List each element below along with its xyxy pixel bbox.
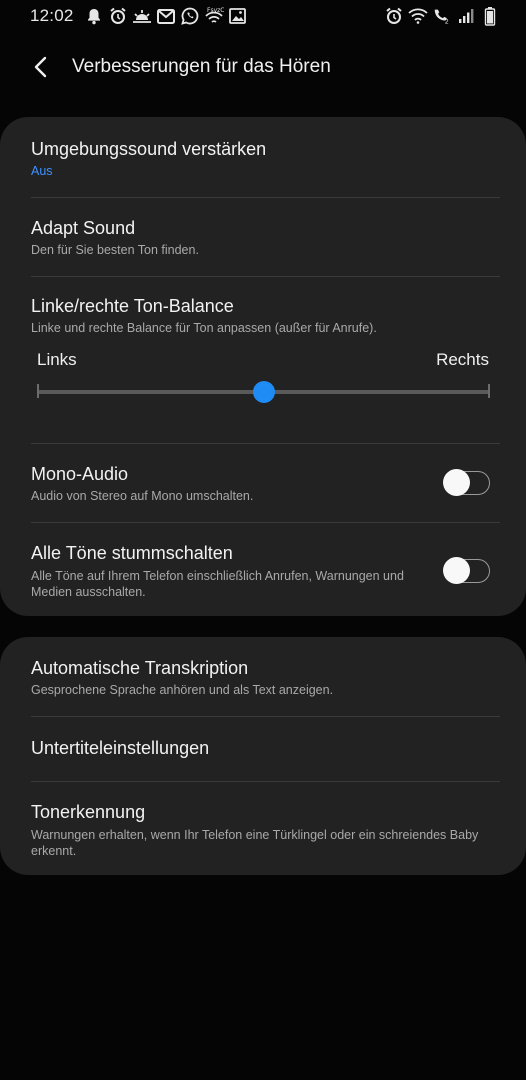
balance-tick-right [488,384,490,398]
battery-icon [480,6,500,26]
settings-card-transcription: Automatische Transkription Gesprochene S… [0,637,526,875]
setting-subtitle: Warnungen erhalten, wenn Ihr Telefon ein… [31,828,479,858]
wifi-calling-icon: FsyzC [204,6,224,26]
setting-title: Mono-Audio [31,464,129,484]
signal-icon [456,6,476,26]
gallery-icon [228,6,248,26]
balance-left-label: Links [37,350,77,369]
setting-sound-detection[interactable]: Tonerkennung Warnungen erhalten, wenn Ih… [0,782,526,875]
settings-card-hearing: Umgebungssound verstärken Aus Adapt Soun… [0,117,526,616]
setting-title: Untertiteleinstellungen [31,738,210,758]
svg-text:2: 2 [445,18,449,25]
setting-subtitle: Alle Töne auf Ihrem Telefon einschließli… [31,569,404,599]
balance-slider-thumb[interactable] [252,381,275,403]
alarm-clock-icon [384,6,404,26]
setting-status: Aus [31,164,53,178]
weather-sunrise-icon [132,6,152,26]
balance-tick-left [37,384,39,398]
mono-audio-toggle[interactable] [443,469,490,496]
alarm-clock-icon [108,6,128,26]
setting-title: Adapt Sound [31,218,136,238]
setting-mono-audio[interactable]: Mono-Audio Audio von Stereo auf Mono ums… [0,444,526,522]
status-bar: 12:02 FsyzC 2 [0,0,526,32]
setting-ambient-sound[interactable]: Umgebungssound verstärken Aus [0,117,526,197]
toggle-knob [443,469,470,496]
setting-subtitle: Linke und rechte Balance für Ton anpasse… [31,321,377,335]
status-left: 12:02 FsyzC [0,6,252,26]
wifi-icon [408,6,428,26]
volte-call-icon: 2 [432,6,452,26]
setting-title: Alle Töne stummschalten [31,543,233,563]
setting-title: Automatische Transkription [31,658,249,678]
setting-title: Linke/rechte Ton-Balance [31,296,234,316]
whatsapp-icon [180,6,200,26]
setting-subtitle: Den für Sie besten Ton finden. [31,243,199,257]
setting-subtitle: Audio von Stereo auf Mono umschalten. [31,489,254,503]
mute-all-toggle[interactable] [443,557,490,584]
setting-adapt-sound[interactable]: Adapt Sound Den für Sie besten Ton finde… [0,198,526,276]
setting-mute-all[interactable]: Alle Töne stummschalten Alle Töne auf Ih… [0,523,526,616]
back-button[interactable] [26,52,56,82]
bell-icon [84,6,104,26]
status-right: 2 [384,6,526,26]
setting-live-transcribe[interactable]: Automatische Transkription Gesprochene S… [0,637,526,716]
page-title: Verbesserungen für das Hören [72,56,331,77]
status-time: 12:02 [30,6,74,25]
gmail-icon [156,6,176,26]
setting-title: Tonerkennung [31,802,146,822]
setting-subtitles[interactable]: Untertiteleinstellungen [0,717,526,781]
balance-right-label: Rechts [436,350,489,369]
setting-subtitle: Gesprochene Sprache anhören und als Text… [31,683,334,697]
setting-title: Umgebungssound verstärken [31,139,267,159]
toggle-knob [443,557,470,584]
app-header: Verbesserungen für das Hören [0,44,526,90]
chevron-left-icon [34,56,47,78]
